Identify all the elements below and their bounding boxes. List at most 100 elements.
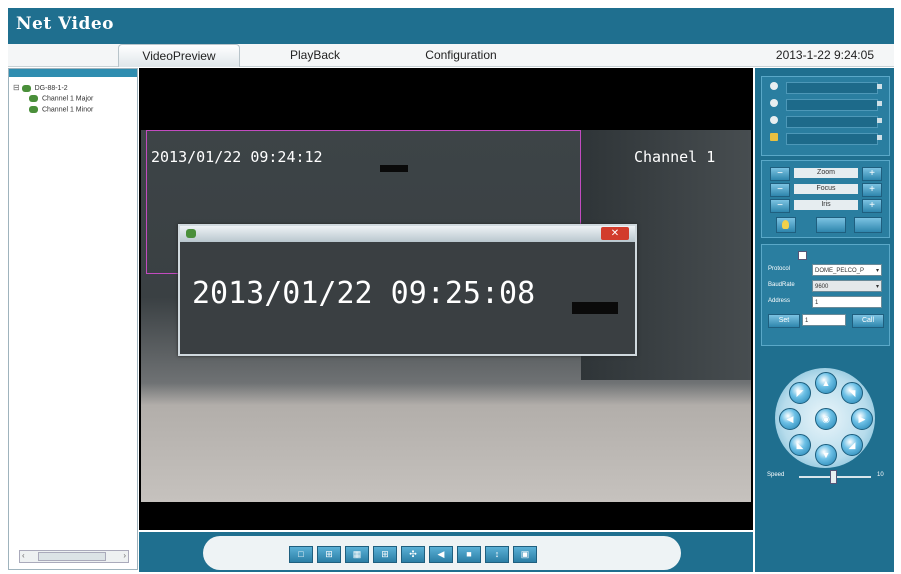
lens-control-panel: − Zoom + − Focus + − Iris + — [761, 160, 890, 238]
pan-down-button[interactable]: ▼ — [815, 444, 837, 466]
ptz-settings-panel: Protocol DOME_PELCO_P ▾ BaudRate 9600 ▾ … — [761, 244, 890, 346]
hue-row — [766, 132, 884, 145]
close-icon[interactable]: ✕ — [601, 227, 629, 240]
baudrate-select[interactable]: 9600 ▾ — [812, 280, 882, 292]
speed-max-label: 10 — [877, 472, 884, 478]
call-preset-button[interactable]: Call — [852, 314, 884, 328]
lightbulb-icon — [782, 220, 789, 229]
zoom-row: − Zoom + — [770, 167, 882, 181]
contrast-row — [766, 98, 884, 111]
tree-item-channel-minor[interactable]: Channel 1 Minor — [29, 106, 93, 113]
protocol-value: DOME_PELCO_P — [815, 268, 865, 274]
bottom-toolbar: □ ⊞ ▦ ⊞ ✣ ◀ ■ ↕ ▣ — [139, 532, 753, 572]
device-icon — [21, 84, 31, 92]
protocol-select[interactable]: DOME_PELCO_P ▾ — [812, 264, 882, 276]
expand-icon[interactable]: ⊟ — [13, 83, 20, 92]
tree-root[interactable]: ⊟ DG-88-1-2 — [13, 83, 68, 92]
brightness-icon — [770, 82, 778, 90]
wiper-button[interactable] — [854, 217, 882, 233]
saturation-icon — [770, 116, 778, 124]
saturation-row — [766, 115, 884, 128]
popup-marker — [572, 302, 618, 314]
fullscreen-icon[interactable]: ✣ — [401, 546, 425, 563]
tree-item-label: Channel 1 Minor — [41, 106, 94, 114]
popup-titlebar[interactable]: ✕ — [180, 226, 635, 242]
iris-label: Iris — [794, 200, 858, 210]
brightness-slider[interactable] — [786, 82, 878, 94]
contrast-icon — [770, 99, 778, 107]
set-preset-button[interactable]: Set — [768, 314, 800, 328]
tree-root-label: DG-88-1-2 — [34, 85, 68, 92]
ptz-direction-pad: ▲ ▼ ◀ ▶ ◤ ◥ ◣ ◢ ◉ — [775, 368, 875, 468]
focus-far-button[interactable]: + — [862, 183, 882, 197]
light-button[interactable] — [776, 217, 796, 233]
app-title: Net Video — [16, 14, 115, 34]
menu-bar: VideoPreview PlayBack Configuration 2013… — [8, 44, 894, 67]
focus-near-button[interactable]: − — [770, 183, 790, 197]
talk-icon[interactable]: ↕ — [485, 546, 509, 563]
app-header: Net Video — [8, 8, 894, 46]
iris-open-button[interactable]: + — [862, 199, 882, 213]
snapshot-icon[interactable]: ▣ — [513, 546, 537, 563]
record-icon[interactable]: ■ — [457, 546, 481, 563]
hue-slider-end — [877, 135, 882, 140]
layout-9-icon[interactable]: ⊞ — [373, 546, 397, 563]
popup-window: ✕ 2013/01/22 09:25:08 — [178, 224, 637, 356]
contrast-slider-end — [877, 101, 882, 106]
saturation-slider[interactable] — [786, 116, 878, 128]
device-tree: ⊟ DG-88-1-2 Channel 1 Major Channel 1 Mi… — [8, 68, 138, 570]
camera-icon — [29, 95, 38, 102]
speed-label: Speed — [767, 472, 785, 478]
layout-6-icon[interactable]: ▦ — [345, 546, 369, 563]
tab-configuration[interactable]: Configuration — [406, 44, 516, 66]
scroll-thumb[interactable] — [38, 552, 106, 561]
pan-up-right-button[interactable]: ◥ — [841, 382, 863, 404]
zoom-in-button[interactable]: + — [862, 167, 882, 181]
tab-video-preview[interactable]: VideoPreview — [118, 44, 240, 67]
enable-checkbox[interactable] — [798, 251, 807, 260]
address-input[interactable]: 1 — [812, 296, 882, 308]
tree-header-bar — [9, 69, 137, 77]
iris-row: − Iris + — [770, 199, 882, 213]
datetime-display: 2013-1-22 9:24:05 — [775, 48, 874, 62]
hue-slider[interactable] — [786, 133, 878, 145]
chevron-down-icon[interactable]: ▾ — [876, 281, 879, 293]
pan-left-button[interactable]: ◀ — [779, 408, 801, 430]
layout-1-icon[interactable]: □ — [289, 546, 313, 563]
app-icon — [186, 229, 196, 238]
pan-down-left-button[interactable]: ◣ — [789, 434, 811, 456]
auto-button[interactable] — [816, 217, 846, 233]
pan-down-right-button[interactable]: ◢ — [841, 434, 863, 456]
address-label: Address — [768, 298, 791, 304]
camera-icon — [29, 106, 38, 113]
scroll-right-icon[interactable]: › — [123, 551, 126, 560]
image-adjust-panel — [761, 76, 890, 156]
preset-input[interactable]: 1 — [802, 314, 846, 326]
brightness-row — [766, 81, 884, 94]
speed-slider-thumb[interactable] — [830, 470, 838, 484]
tree-item-channel-major[interactable]: Channel 1 Major — [29, 95, 93, 102]
tab-playback[interactable]: PlayBack — [270, 44, 360, 66]
osd-timestamp: 2013/01/22 09:24:12 — [151, 148, 323, 166]
osd-channel-name: Channel 1 — [634, 148, 716, 166]
iris-close-button[interactable]: − — [770, 199, 790, 213]
scroll-left-icon[interactable]: ‹ — [22, 551, 25, 560]
brightness-slider-end — [877, 84, 882, 89]
audio-icon[interactable]: ◀ — [429, 546, 453, 563]
saturation-slider-end — [877, 118, 882, 123]
auto-pan-button[interactable]: ◉ — [815, 408, 837, 430]
focus-label: Focus — [794, 184, 858, 194]
control-panel: − Zoom + − Focus + − Iris + Protocol DOM… — [755, 68, 894, 572]
pan-right-button[interactable]: ▶ — [851, 408, 873, 430]
contrast-slider[interactable] — [786, 99, 878, 111]
zoom-out-button[interactable]: − — [770, 167, 790, 181]
pan-up-button[interactable]: ▲ — [815, 372, 837, 394]
hue-icon — [770, 133, 778, 141]
layout-4-icon[interactable]: ⊞ — [317, 546, 341, 563]
horizontal-scrollbar[interactable]: ‹ › — [19, 550, 129, 563]
zoom-label: Zoom — [794, 168, 858, 178]
chevron-down-icon[interactable]: ▾ — [876, 265, 879, 277]
pan-up-left-button[interactable]: ◤ — [789, 382, 811, 404]
focus-row: − Focus + — [770, 183, 882, 197]
protocol-label: Protocol — [768, 266, 791, 272]
